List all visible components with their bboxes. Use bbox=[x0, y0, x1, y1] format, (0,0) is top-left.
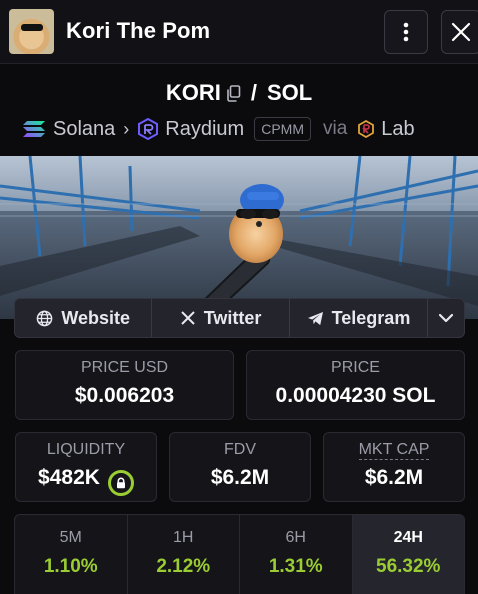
twitter-label: Twitter bbox=[203, 307, 262, 328]
globe-icon bbox=[37, 310, 53, 326]
route-breadcrumb: Solana › Raydium CPMM via Lab bbox=[22, 116, 415, 142]
fdv-value: $6.2M bbox=[210, 466, 270, 489]
website-label: Website bbox=[61, 307, 131, 328]
header-bar: Kori The Pom bbox=[0, 0, 478, 64]
period-change: 56.32% bbox=[376, 556, 441, 577]
close-button[interactable] bbox=[441, 10, 478, 54]
pool-type-badge: CPMM bbox=[254, 117, 311, 141]
token-banner-image bbox=[0, 156, 478, 319]
period-change: 1.10% bbox=[43, 556, 98, 577]
price-usd-card: PRICE USD $0.006203 bbox=[15, 350, 234, 420]
more-links-dropdown[interactable] bbox=[428, 299, 464, 337]
period-tab-6h[interactable]: 6H 1.31% bbox=[240, 515, 353, 594]
period-change: 2.12% bbox=[156, 556, 211, 577]
pair-title: KORI / SOL bbox=[0, 80, 478, 108]
x-icon bbox=[181, 311, 195, 325]
mktcap-value: $6.2M bbox=[364, 466, 424, 489]
raydium-icon bbox=[138, 118, 159, 140]
chevron-right-icon: › bbox=[123, 118, 130, 139]
pair-separator: / bbox=[250, 80, 257, 105]
period-label: 6H bbox=[285, 529, 306, 546]
base-symbol: KORI bbox=[165, 80, 221, 105]
telegram-button[interactable]: Telegram bbox=[290, 299, 429, 337]
liquidity-value: $482K bbox=[38, 466, 100, 489]
liquidity-card: LIQUIDITY $482K bbox=[15, 432, 157, 502]
dex-name: Raydium bbox=[165, 117, 245, 140]
launchpad-icon bbox=[358, 120, 375, 138]
price-native-label: PRICE bbox=[331, 359, 380, 376]
solana-icon bbox=[23, 121, 45, 137]
twitter-button[interactable]: Twitter bbox=[152, 299, 290, 337]
copy-address-button[interactable] bbox=[226, 82, 241, 108]
social-links-bar: Website Twitter Telegram bbox=[14, 298, 465, 338]
lock-icon bbox=[116, 477, 125, 489]
liquidity-lock-button[interactable] bbox=[107, 470, 134, 496]
liquidity-row: $482K bbox=[16, 466, 156, 496]
mktcap-label: MKT CAP bbox=[358, 441, 430, 460]
mktcap-label-wrap[interactable]: MKT CAP bbox=[324, 441, 464, 460]
period-label: 5M bbox=[59, 529, 82, 546]
chevron-down-icon bbox=[438, 313, 454, 323]
telegram-label: Telegram bbox=[331, 307, 411, 328]
price-native-card: PRICE 0.00004230 SOL bbox=[246, 350, 465, 420]
launchpad-link[interactable]: Lab bbox=[381, 118, 414, 141]
telegram-icon bbox=[307, 311, 323, 325]
dex-link[interactable]: Raydium bbox=[137, 118, 244, 141]
price-native-value: 0.00004230 SOL bbox=[275, 384, 436, 407]
price-change-tabs: 5M 1.10% 1H 2.12% 6H 1.31% 24H 56.32% bbox=[14, 514, 465, 594]
token-avatar bbox=[9, 9, 54, 54]
via-label: via bbox=[322, 118, 348, 139]
more-button[interactable] bbox=[384, 10, 428, 54]
close-icon bbox=[451, 22, 471, 42]
mktcap-card: MKT CAP $6.2M bbox=[323, 432, 465, 502]
period-label: 24H bbox=[393, 529, 423, 546]
quote-symbol: SOL bbox=[266, 80, 313, 105]
period-tab-1h[interactable]: 1H 2.12% bbox=[128, 515, 240, 594]
price-usd-label: PRICE USD bbox=[80, 359, 169, 376]
fdv-label: FDV bbox=[224, 441, 256, 458]
liquidity-label: LIQUIDITY bbox=[46, 441, 126, 458]
period-tab-24h[interactable]: 24H 56.32% bbox=[352, 515, 464, 594]
copy-icon bbox=[227, 85, 241, 102]
banner-illustration bbox=[0, 156, 478, 319]
period-label: 1H bbox=[173, 529, 194, 546]
website-button[interactable]: Website bbox=[15, 299, 153, 337]
chain-link[interactable]: Solana bbox=[53, 118, 115, 141]
price-usd-value: $0.006203 bbox=[74, 384, 175, 407]
period-tab-5m[interactable]: 5M 1.10% bbox=[15, 515, 128, 594]
fdv-card: FDV $6.2M bbox=[169, 432, 311, 502]
token-name: Kori The Pom bbox=[66, 18, 211, 43]
period-change: 1.31% bbox=[268, 556, 323, 577]
more-vertical-icon bbox=[403, 22, 409, 42]
